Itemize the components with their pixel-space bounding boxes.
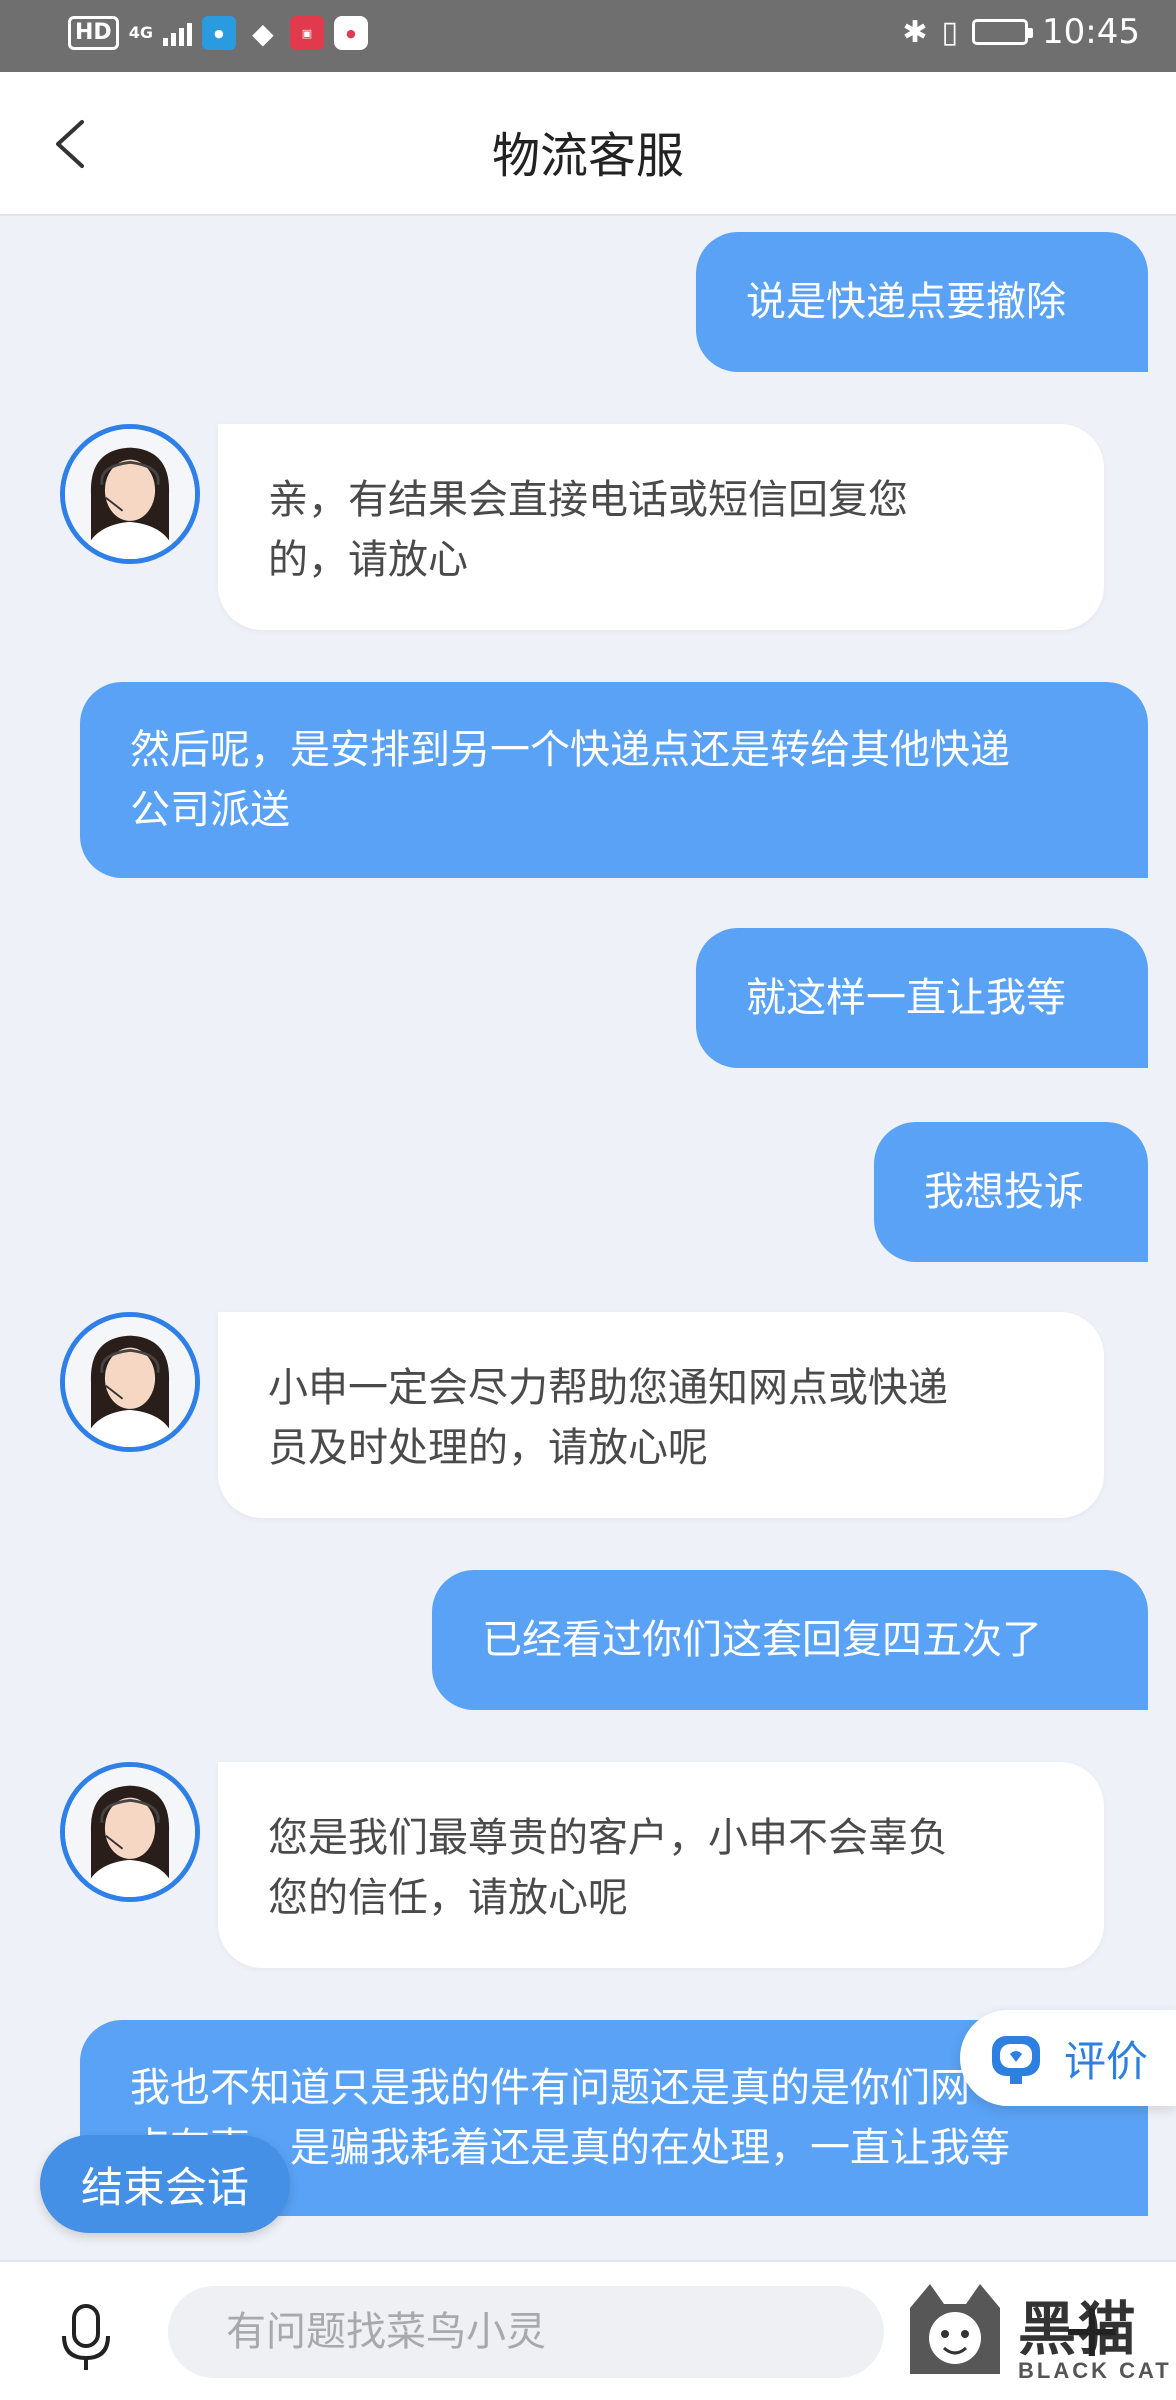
message-line: 已经看过你们这套回复四五次了 bbox=[482, 1617, 1042, 1663]
signal-icon bbox=[162, 20, 192, 46]
message-line: 然后呢，是安排到另一个快递点还是转给其他快递 bbox=[130, 727, 1010, 773]
title-bar: 物流客服 bbox=[0, 72, 1176, 216]
agent-message[interactable]: 小申一定会尽力帮助您通知网点或快递 员及时处理的，请放心呢 bbox=[218, 1312, 1104, 1518]
battery-icon bbox=[972, 19, 1034, 45]
message-line: 的，请放心 bbox=[268, 537, 468, 583]
message-line: 员及时处理的，请放心呢 bbox=[268, 1425, 708, 1471]
plus-button[interactable]: + bbox=[1060, 2292, 1124, 2368]
agent-avatar-icon bbox=[65, 1317, 195, 1447]
agent-message[interactable]: 您是我们最尊贵的客户，小申不会辜负 您的信任，请放心呢 bbox=[218, 1762, 1104, 1968]
user-message[interactable]: 然后呢，是安排到另一个快递点还是转给其他快递 公司派送 bbox=[80, 682, 1148, 878]
vibrate-icon: ▯ bbox=[941, 14, 959, 50]
message-line: 您的信任，请放心呢 bbox=[268, 1875, 628, 1921]
page-title: 物流客服 bbox=[491, 128, 684, 184]
map-icon: ● bbox=[333, 16, 368, 50]
status-right: ✱ ▯ 10:45 bbox=[902, 12, 1140, 52]
watermark-logo: 黑猫 BLACK CAT bbox=[900, 2278, 1176, 2400]
user-message[interactable]: 我想投诉 bbox=[874, 1122, 1148, 1262]
status-time: 10:45 bbox=[1042, 12, 1140, 52]
shopping-icon: ▣ bbox=[289, 16, 324, 50]
message-line: 您是我们最尊贵的客户，小申不会辜负 bbox=[268, 1815, 948, 1861]
message-input[interactable] bbox=[168, 2286, 884, 2378]
browser-icon: ● bbox=[201, 16, 236, 50]
message-line: 说是快递点要撤除 bbox=[746, 279, 1066, 325]
agent-message[interactable]: 亲，有结果会直接电话或短信回复您 的，请放心 bbox=[218, 424, 1104, 630]
agent-avatar-icon bbox=[65, 1767, 195, 1897]
bluetooth-icon: ✱ bbox=[902, 14, 928, 50]
network-indicator: 4G bbox=[128, 23, 153, 42]
rate-button[interactable]: 评价 bbox=[960, 2010, 1176, 2106]
message-line: 就这样一直让我等 bbox=[746, 975, 1066, 1021]
end-session-button[interactable]: 结束会话 bbox=[40, 2135, 290, 2233]
agent-avatar bbox=[60, 424, 200, 564]
user-message[interactable]: 就这样一直让我等 bbox=[696, 928, 1148, 1068]
message-line: 公司派送 bbox=[130, 787, 290, 833]
message-line: 小申一定会尽力帮助您通知网点或快递 bbox=[268, 1365, 948, 1411]
agent-avatar-icon bbox=[65, 429, 195, 559]
message-line: 我也不知道只是我的件有问题还是真的是你们网 bbox=[130, 2065, 970, 2111]
hd-indicator: HD bbox=[68, 16, 119, 50]
user-message[interactable]: 已经看过你们这套回复四五次了 bbox=[432, 1570, 1148, 1710]
message-line: 亲，有结果会直接电话或短信回复您 bbox=[268, 477, 908, 523]
status-left: HD 4G ● ◆ ▣ ● bbox=[68, 16, 368, 50]
qq-icon: ◆ bbox=[252, 16, 274, 50]
input-bar: 黑猫 BLACK CAT + bbox=[0, 2260, 1176, 2400]
status-bar: HD 4G ● ◆ ▣ ● ✱ ▯ 10:45 bbox=[0, 0, 1176, 72]
user-message[interactable]: 说是快递点要撤除 bbox=[696, 232, 1148, 372]
rate-bot-icon bbox=[992, 2036, 1040, 2084]
microphone-icon[interactable] bbox=[54, 2302, 118, 2372]
agent-avatar bbox=[60, 1312, 200, 1452]
message-line: 我想投诉 bbox=[924, 1169, 1084, 1215]
rate-label: 评价 bbox=[1064, 2036, 1149, 2086]
agent-avatar bbox=[60, 1762, 200, 1902]
black-cat-icon bbox=[910, 2284, 1000, 2374]
